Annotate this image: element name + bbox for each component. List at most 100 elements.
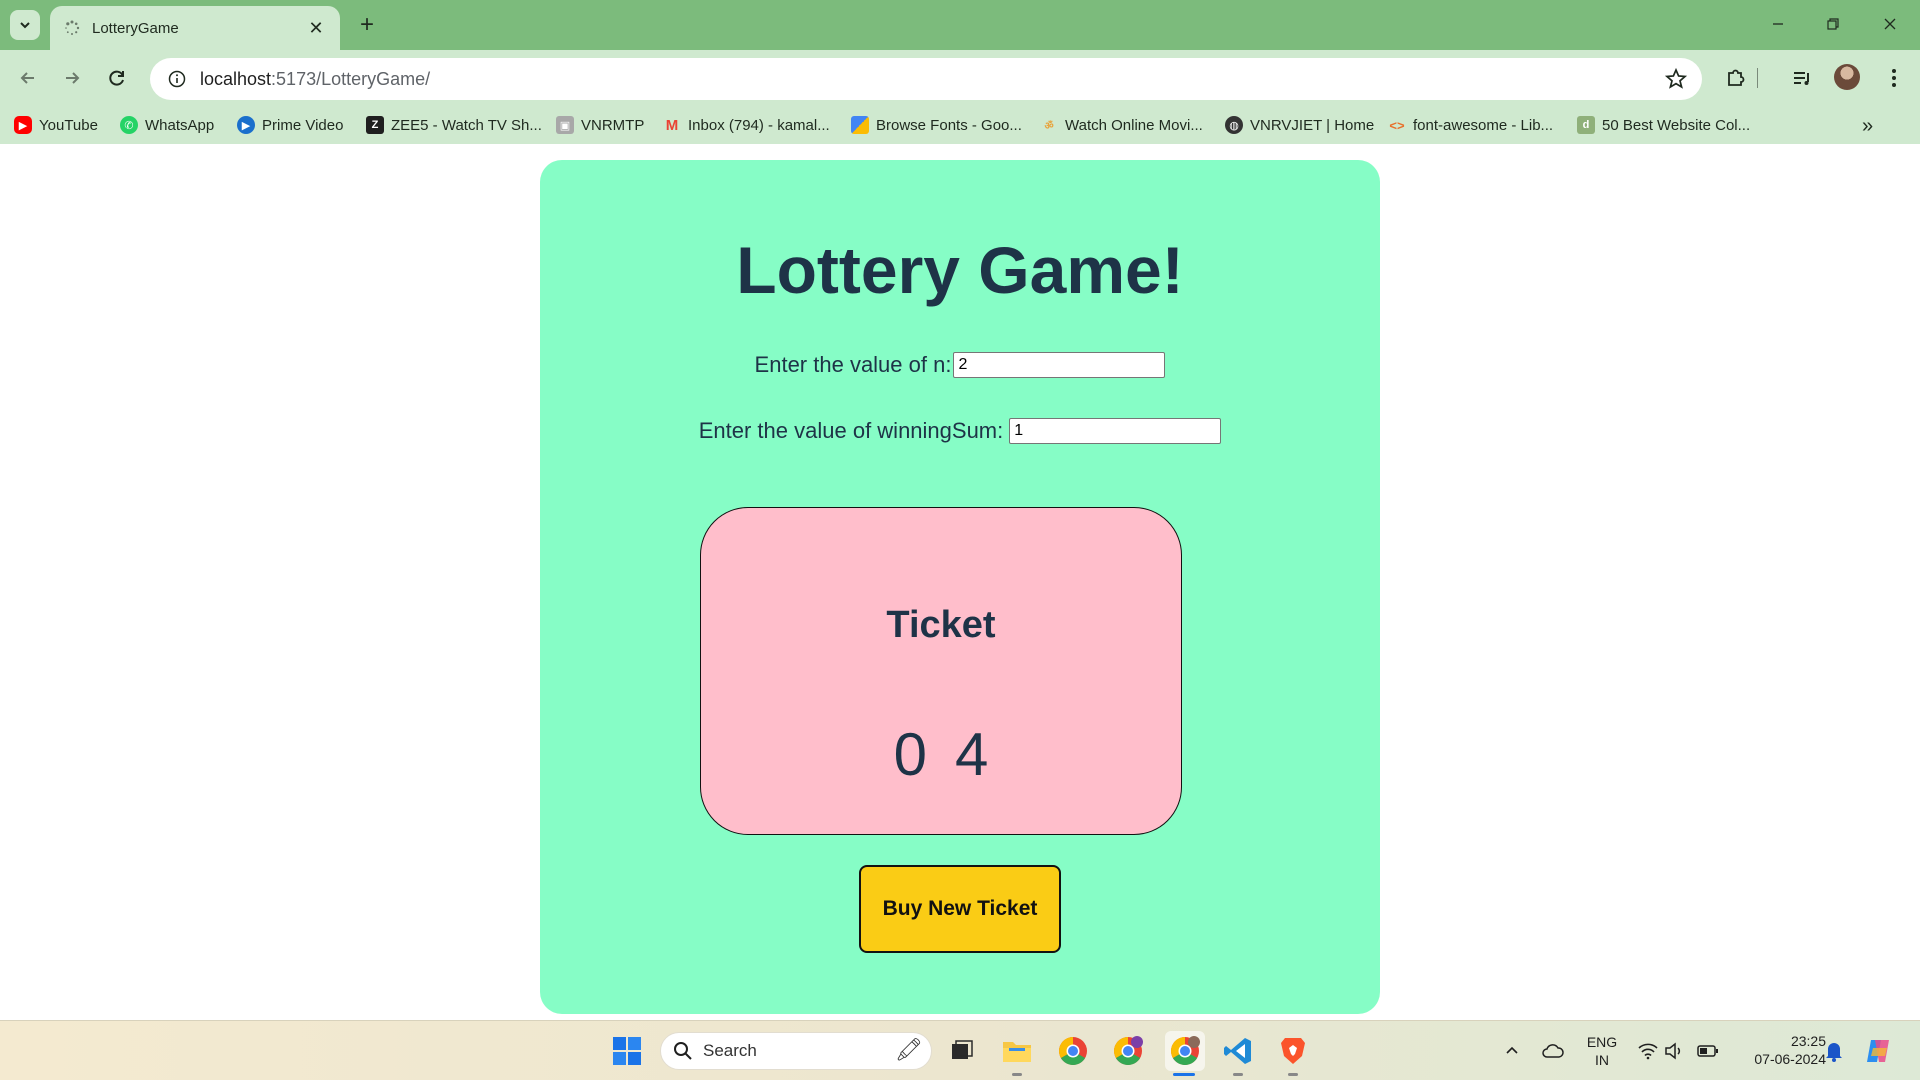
n-input[interactable]	[953, 352, 1166, 378]
bookmark-label: Inbox (794) - kamal...	[688, 116, 830, 134]
bookmark-star-icon[interactable]	[1664, 67, 1688, 91]
media-controls-button[interactable]	[1786, 62, 1818, 94]
google-fonts-icon	[851, 116, 869, 134]
tab-close-icon[interactable]: ✕	[306, 18, 326, 39]
bookmark-gmail[interactable]: M Inbox (794) - kamal...	[663, 115, 830, 135]
bookmark-google-fonts[interactable]: Browse Fonts - Goo...	[851, 115, 1022, 135]
bookmark-website-colors[interactable]: d 50 Best Website Col...	[1577, 115, 1750, 135]
bookmark-font-awesome[interactable]: <> font-awesome - Lib...	[1388, 115, 1553, 135]
search-label: Search	[703, 1041, 757, 1060]
ticket-numbers: 0 4	[700, 720, 1182, 789]
tab-search-button[interactable]	[10, 10, 40, 40]
battery-icon	[1697, 1045, 1718, 1057]
running-indicator	[1233, 1073, 1243, 1076]
reload-button[interactable]	[101, 62, 133, 94]
taskbar-search[interactable]: Search 🖍	[660, 1032, 932, 1070]
buy-new-ticket-button[interactable]: Buy New Ticket	[859, 865, 1061, 953]
file-explorer-button[interactable]	[999, 1033, 1035, 1069]
minimize-icon	[1773, 23, 1783, 25]
close-icon	[1884, 18, 1896, 30]
new-tab-button[interactable]: +	[352, 10, 382, 40]
zee5-icon: Z	[366, 116, 384, 134]
start-button[interactable]	[609, 1033, 645, 1069]
bookmark-label: WhatsApp	[145, 116, 215, 134]
bookmarks-bar: ▶ YouTube ✆ WhatsApp ▶ Prime Video Z ZEE…	[0, 106, 1920, 144]
task-view-icon	[952, 1040, 973, 1059]
chrome-active-button[interactable]	[1165, 1031, 1205, 1071]
ticket-title: Ticket	[886, 604, 996, 646]
chrome-button[interactable]	[1055, 1033, 1091, 1069]
close-window-button[interactable]	[1870, 8, 1910, 40]
winning-sum-label: Enter the value of winningSum:	[698, 418, 1004, 443]
bookmarks-overflow-icon[interactable]: »	[1862, 115, 1873, 138]
battery-button[interactable]	[1690, 1033, 1726, 1069]
bookmark-zee5[interactable]: Z ZEE5 - Watch TV Sh...	[366, 115, 542, 135]
n-field-row: Enter the value of n:	[0, 352, 1920, 378]
running-indicator	[1288, 1073, 1298, 1076]
url-path: :5173/LotteryGame/	[271, 68, 431, 89]
chrome-menu-button[interactable]	[1878, 62, 1910, 94]
bookmark-movies[interactable]: ॐ Watch Online Movi...	[1040, 115, 1203, 135]
bookmark-label: VNRVJIET | Home	[1250, 116, 1375, 134]
minimize-button[interactable]	[1758, 8, 1798, 40]
bookmark-label: Prime Video	[262, 116, 344, 134]
bookmark-prime-video[interactable]: ▶ Prime Video	[237, 115, 343, 135]
speaker-icon	[1665, 1042, 1681, 1060]
chrome-active-icon	[1171, 1036, 1200, 1065]
tray-overflow-button[interactable]	[1494, 1033, 1530, 1069]
ticket-number: 0	[893, 721, 927, 788]
bookmark-youtube[interactable]: ▶ YouTube	[14, 115, 98, 135]
copilot-button[interactable]	[1860, 1033, 1896, 1069]
prime-video-icon: ▶	[237, 116, 255, 134]
loading-favicon-icon	[65, 20, 80, 35]
vnrmtp-icon: ▣	[556, 116, 574, 134]
clock-date: 07-06-2024	[1754, 1051, 1826, 1067]
notifications-button[interactable]	[1816, 1033, 1852, 1069]
bookmark-label: 50 Best Website Col...	[1602, 116, 1751, 134]
tab-title: LotteryGame	[92, 19, 179, 37]
back-button[interactable]	[12, 62, 44, 94]
clock[interactable]: 23:25 07-06-2024	[1730, 1032, 1826, 1068]
profile-avatar[interactable]	[1834, 64, 1860, 90]
bookmark-vnrmtp[interactable]: ▣ VNRMTP	[556, 115, 644, 135]
search-highlight-icon: 🖍	[895, 1037, 923, 1062]
volume-button[interactable]	[1656, 1033, 1692, 1069]
site-info-button[interactable]	[164, 66, 190, 92]
windows-icon	[613, 1037, 641, 1065]
bookmark-label: VNRMTP	[581, 116, 645, 134]
more-vertical-icon	[1892, 69, 1896, 87]
bookmark-label: YouTube	[39, 116, 98, 134]
clock-time: 23:25	[1790, 1033, 1826, 1049]
forward-button[interactable]	[56, 62, 88, 94]
brave-button[interactable]	[1275, 1033, 1311, 1069]
bookmark-label: Watch Online Movi...	[1065, 116, 1203, 134]
url-text: localhost:5173/LotteryGame/	[200, 69, 430, 90]
bookmark-vnrvjiet[interactable]: ◍ VNRVJIET | Home	[1225, 115, 1374, 135]
bookmark-whatsapp[interactable]: ✆ WhatsApp	[120, 115, 214, 135]
browser-tab[interactable]: LotteryGame ✕	[50, 6, 340, 50]
url-host: localhost	[200, 68, 272, 89]
chevron-down-icon	[20, 22, 30, 29]
info-icon	[168, 70, 186, 88]
movies-icon: ॐ	[1044, 121, 1054, 132]
gmail-icon: M	[665, 116, 679, 134]
chrome-profile-icon	[1114, 1036, 1143, 1065]
bell-icon	[1826, 1043, 1842, 1062]
region-code: IN	[1595, 1052, 1609, 1068]
address-bar[interactable]: localhost:5173/LotteryGame/	[150, 58, 1702, 100]
extensions-button[interactable]	[1720, 62, 1752, 94]
browser-titlebar: LotteryGame ✕ +	[0, 0, 1920, 50]
n-label: Enter the value of n:	[754, 352, 952, 377]
restore-button[interactable]	[1813, 8, 1853, 40]
playlist-icon	[1794, 72, 1809, 85]
puzzle-icon	[1728, 69, 1745, 86]
language-indicator[interactable]: ENG IN	[1578, 1033, 1626, 1069]
winning-sum-input[interactable]	[1009, 418, 1222, 444]
brave-icon	[1281, 1038, 1305, 1064]
vscode-button[interactable]	[1220, 1033, 1256, 1069]
bookmark-label: Browse Fonts - Goo...	[876, 116, 1022, 134]
onedrive-button[interactable]	[1535, 1033, 1571, 1069]
bookmark-label: ZEE5 - Watch TV Sh...	[391, 116, 542, 134]
chrome-profile-2-button[interactable]	[1110, 1033, 1146, 1069]
task-view-button[interactable]	[944, 1033, 980, 1069]
